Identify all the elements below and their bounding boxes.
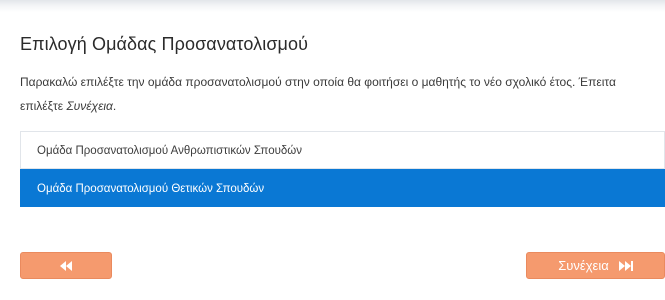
option-label: Ομάδα Προσανατολισμού Θετικών Σπουδών xyxy=(37,183,265,195)
instructions-text: Παρακαλώ επιλέξτε την ομάδα προσανατολισ… xyxy=(20,70,660,118)
page: Επιλογή Ομάδας Προσανατολισμού Παρακαλώ … xyxy=(0,0,665,300)
continue-button-label: Συνέχεια xyxy=(558,258,609,273)
top-shadow xyxy=(0,0,665,12)
page-title: Επιλογή Ομάδας Προσανατολισμού xyxy=(20,34,309,54)
fast-backward-icon xyxy=(60,260,72,271)
instructions-emphasis: Συνέχεια xyxy=(66,99,113,113)
orientation-options-list: Ομάδα Προσανατολισμού Ανθρωπιστικών Σπου… xyxy=(20,131,665,207)
option-humanities[interactable]: Ομάδα Προσανατολισμού Ανθρωπιστικών Σπου… xyxy=(20,131,665,169)
back-button[interactable] xyxy=(20,252,112,279)
option-label: Ομάδα Προσανατολισμού Ανθρωπιστικών Σπου… xyxy=(37,145,303,157)
continue-button[interactable]: Συνέχεια xyxy=(526,252,665,279)
option-sciences[interactable]: Ομάδα Προσανατολισμού Θετικών Σπουδών xyxy=(20,169,665,207)
instructions-end: . xyxy=(112,99,117,113)
fast-forward-icon xyxy=(618,260,633,271)
